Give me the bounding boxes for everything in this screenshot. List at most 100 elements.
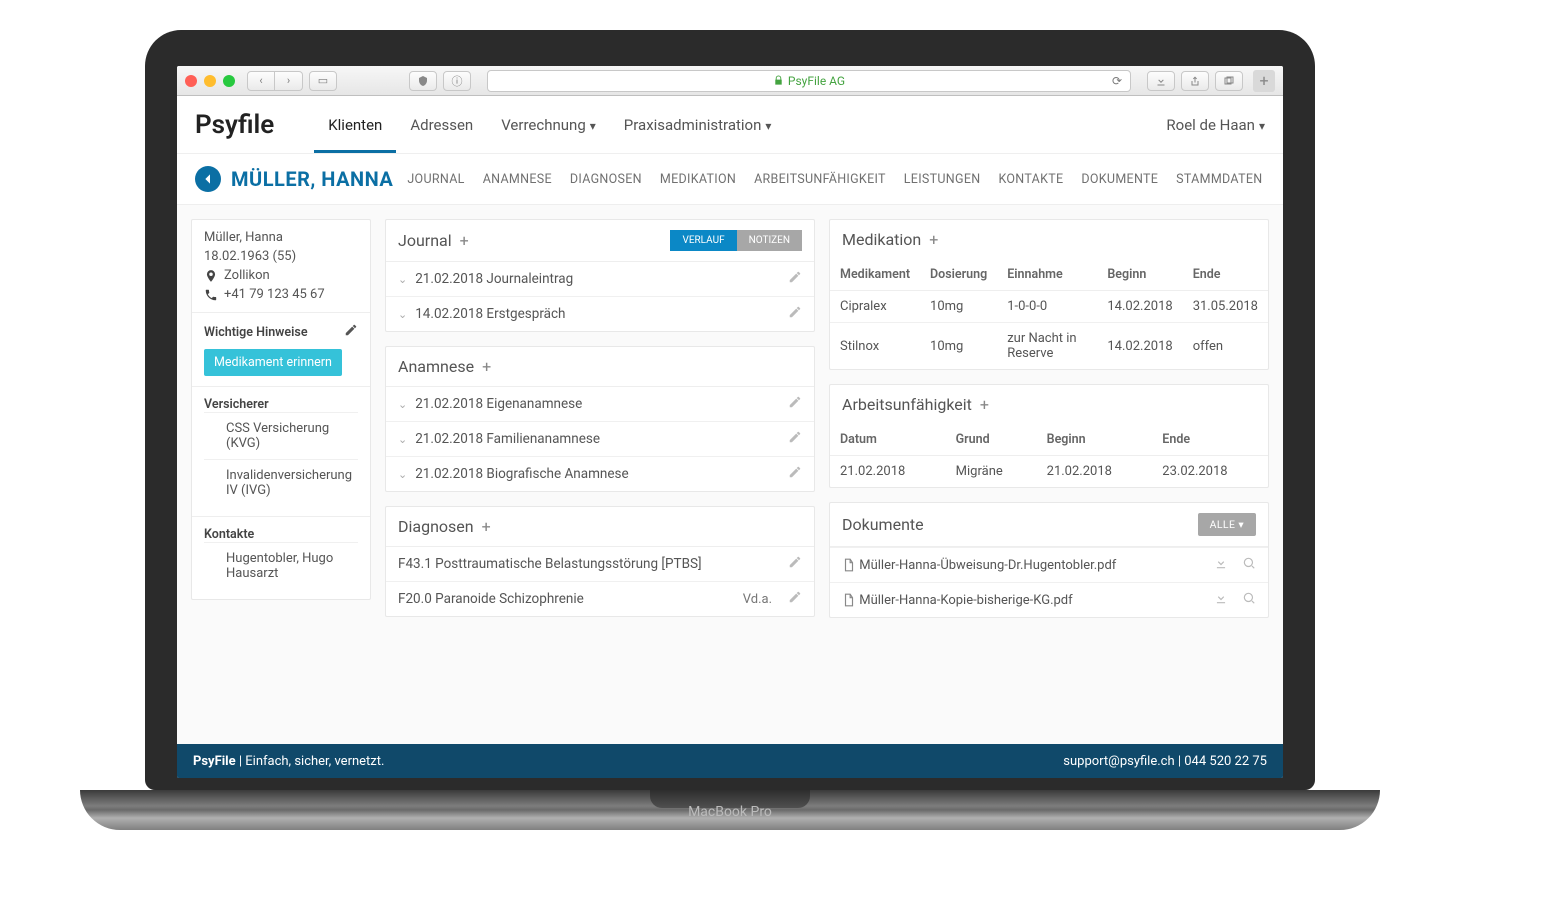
documents-title: Dokumente	[842, 515, 924, 534]
anamnese-entry[interactable]: ⌄ 21.02.2018 Eigenanamnese	[386, 387, 814, 421]
toggle-verlauf[interactable]: VERLAUF	[670, 230, 736, 251]
toggle-notizen[interactable]: NOTIZEN	[737, 230, 802, 251]
hints-edit-button[interactable]	[344, 323, 358, 341]
app-footer: PsyFile | Einfach, sicher, vernetzt. sup…	[177, 744, 1283, 778]
remember-medication-button[interactable]: Medikament erinnern	[204, 349, 342, 376]
journal-entry[interactable]: ⌄ 21.02.2018 Journaleintrag	[386, 262, 814, 296]
privacy-button[interactable]	[409, 71, 437, 91]
diagnosis-entry[interactable]: F43.1 Posttraumatische Belastungsstörung…	[386, 547, 814, 581]
patient-name-line: Müller, Hanna	[204, 230, 358, 245]
tab-journal[interactable]: JOURNAL	[407, 172, 464, 187]
url-text: PsyFile AG	[788, 74, 845, 88]
edit-button[interactable]	[788, 555, 802, 573]
browser-toolbar: ‹ › ▭ ⓘ PsyFile AG ⟳	[177, 66, 1283, 96]
lock-icon	[773, 75, 784, 86]
table-row[interactable]: Cipralex10mg1-0-0-014.02.201831.05.2018	[830, 291, 1268, 323]
diagnosis-entry[interactable]: F20.0 Paranoide Schizophrenie Vd.a.	[386, 581, 814, 616]
table-row[interactable]: 21.02.2018Migräne21.02.201823.02.2018	[830, 456, 1268, 488]
minimize-window-icon[interactable]	[204, 75, 216, 87]
download-icon[interactable]	[1214, 591, 1228, 609]
documents-filter-button[interactable]: ALLE ▾	[1198, 513, 1256, 536]
edit-button[interactable]	[788, 395, 802, 413]
incapacity-add-button[interactable]: +	[980, 395, 989, 414]
chevron-down-icon: ⌄	[398, 273, 407, 286]
documents-card: Dokumente ALLE ▾ Müller-Hanna-Übweisung-…	[829, 502, 1269, 618]
share-button[interactable]	[1181, 71, 1209, 91]
tab-leistungen[interactable]: LEISTUNGEN	[904, 172, 981, 187]
tab-dokumente[interactable]: DOKUMENTE	[1081, 172, 1158, 187]
document-row[interactable]: Müller-Hanna-Übweisung-Dr.Hugentobler.pd…	[830, 547, 1268, 582]
nav-adressen[interactable]: Adressen	[396, 98, 487, 152]
back-button[interactable]	[195, 166, 221, 192]
app-logo[interactable]: Psyfile	[195, 110, 274, 140]
url-bar[interactable]: PsyFile AG ⟳	[487, 70, 1131, 92]
nav-verrechnung[interactable]: Verrechnung▾	[487, 98, 610, 152]
patient-summary-card: Müller, Hanna 18.02.1963 (55) Zollikon +…	[191, 219, 371, 600]
contact-item[interactable]: Hugentobler, Hugo Hausarzt	[204, 542, 358, 589]
edit-button[interactable]	[788, 465, 802, 483]
diagnoses-card: Diagnosen + F43.1 Posttraumatische Belas…	[385, 506, 815, 617]
anamnese-card: Anamnese + ⌄ 21.02.2018 Eigenanamnese ⌄	[385, 346, 815, 492]
edit-button[interactable]	[788, 270, 802, 288]
download-icon[interactable]	[1214, 556, 1228, 574]
preview-icon[interactable]	[1242, 591, 1256, 609]
nav-praxisadministration[interactable]: Praxisadministration▾	[610, 98, 786, 152]
insurer-item[interactable]: Invalidenversicherung IV (IVG)	[204, 459, 358, 506]
tab-anamnese[interactable]: ANAMNESE	[483, 172, 552, 187]
reload-icon[interactable]: ⟳	[1112, 74, 1122, 88]
nav-klienten[interactable]: Klienten	[314, 98, 396, 152]
document-row[interactable]: Müller-Hanna-Kopie-bisherige-KG.pdf	[830, 582, 1268, 617]
diagnoses-add-button[interactable]: +	[482, 517, 491, 536]
insurer-title: Versicherer	[204, 397, 358, 412]
anamnese-entry[interactable]: ⌄ 21.02.2018 Familienanamnese	[386, 421, 814, 456]
diagnoses-title: Diagnosen	[398, 517, 474, 536]
incapacity-card: Arbeitsunfähigkeit + DatumGrundBeginnEnd…	[829, 384, 1269, 488]
anamnese-entry[interactable]: ⌄ 21.02.2018 Biografische Anamnese	[386, 456, 814, 491]
patient-birth-line: 18.02.1963 (55)	[204, 249, 358, 264]
tabs-button[interactable]	[1215, 71, 1243, 91]
close-window-icon[interactable]	[185, 75, 197, 87]
patient-phone: +41 79 123 45 67	[224, 287, 325, 302]
medication-title: Medikation	[842, 230, 921, 249]
incapacity-table: DatumGrundBeginnEnde 21.02.2018Migräne21…	[830, 424, 1268, 487]
site-info-button[interactable]: ⓘ	[443, 71, 471, 91]
table-row[interactable]: Stilnox10mgzur Nacht in Reserve14.02.201…	[830, 323, 1268, 370]
edit-button[interactable]	[788, 590, 802, 608]
sidebar-toggle-button[interactable]: ▭	[309, 71, 337, 91]
incapacity-title: Arbeitsunfähigkeit	[842, 395, 972, 414]
new-tab-button[interactable]: +	[1253, 70, 1275, 92]
journal-card: Journal + VERLAUF NOTIZEN ⌄ 21.02.2018 J…	[385, 219, 815, 332]
edit-button[interactable]	[788, 305, 802, 323]
chevron-down-icon: ▾	[765, 119, 771, 133]
journal-add-button[interactable]: +	[460, 231, 469, 250]
tab-arbeitsunfaehigkeit[interactable]: ARBEITSUNFÄHIGKEIT	[754, 172, 886, 187]
laptop-label: MacBook Pro	[80, 802, 1380, 822]
location-icon	[204, 269, 218, 283]
user-menu[interactable]: Roel de Haan▾	[1166, 116, 1265, 134]
app-header: Psyfile Klienten Adressen Verrechnung▾ P…	[177, 96, 1283, 154]
patient-bar: MÜLLER, HANNA JOURNAL ANAMNESE DIAGNOSEN…	[177, 154, 1283, 205]
support-info: support@psyfile.ch | 044 520 22 75	[1063, 754, 1267, 769]
medication-table: Medikament Dosierung Einnahme Beginn End…	[830, 259, 1268, 369]
maximize-window-icon[interactable]	[223, 75, 235, 87]
preview-icon[interactable]	[1242, 556, 1256, 574]
chevron-down-icon: ⌄	[398, 468, 407, 481]
downloads-button[interactable]	[1147, 71, 1175, 91]
window-controls	[185, 75, 235, 87]
journal-entry[interactable]: ⌄ 14.02.2018 Erstgespräch	[386, 296, 814, 331]
tab-stammdaten[interactable]: STAMMDATEN	[1176, 172, 1262, 187]
edit-button[interactable]	[788, 430, 802, 448]
tab-kontakte[interactable]: KONTAKTE	[998, 172, 1063, 187]
journal-title: Journal	[398, 231, 452, 250]
anamnese-add-button[interactable]: +	[482, 357, 491, 376]
file-icon	[842, 558, 856, 572]
back-button[interactable]: ‹	[247, 71, 275, 91]
tab-medikation[interactable]: MEDIKATION	[660, 172, 736, 187]
patient-subtabs: JOURNAL ANAMNESE DIAGNOSEN MEDIKATION AR…	[407, 172, 1262, 187]
medication-add-button[interactable]: +	[929, 230, 938, 249]
forward-button[interactable]: ›	[275, 71, 303, 91]
tab-diagnosen[interactable]: DIAGNOSEN	[570, 172, 642, 187]
file-icon	[842, 593, 856, 607]
phone-icon	[204, 288, 218, 302]
insurer-item[interactable]: CSS Versicherung (KVG)	[204, 412, 358, 459]
